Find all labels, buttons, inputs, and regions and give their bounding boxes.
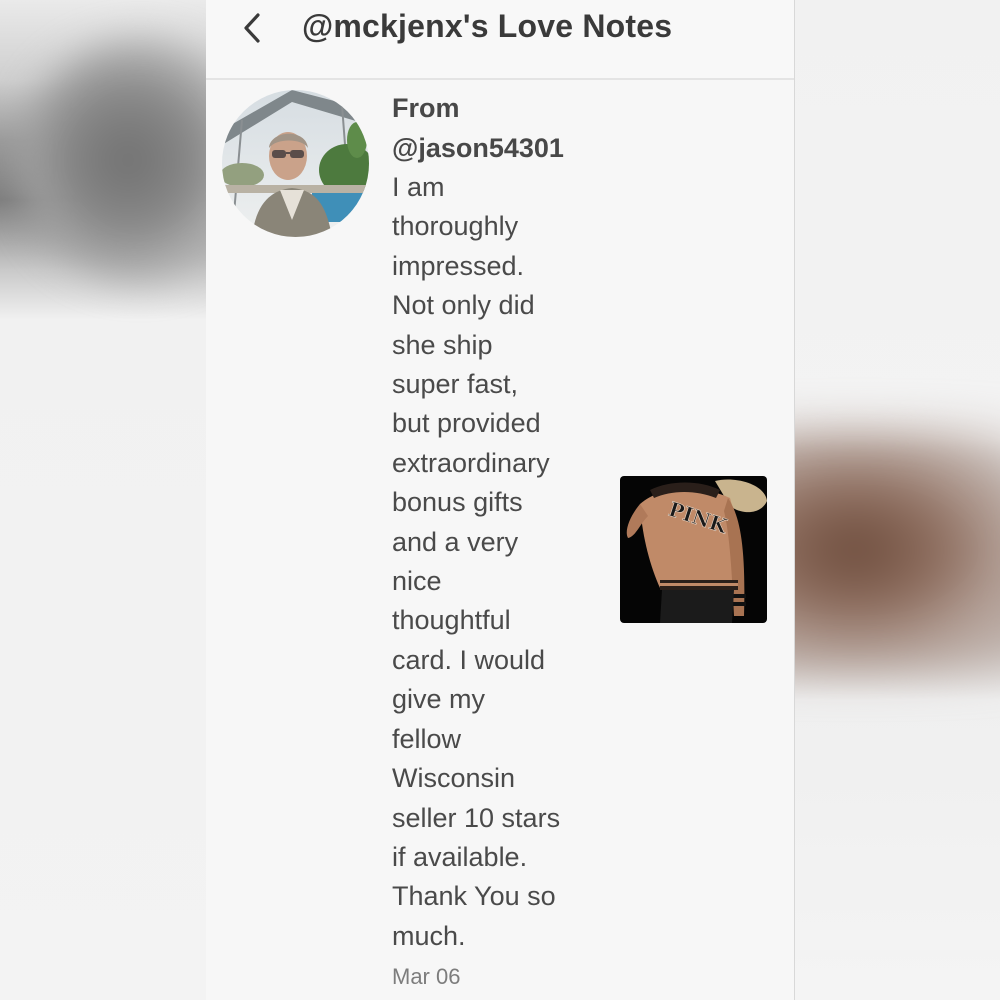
note-line: Wisconsin (392, 763, 516, 794)
note-line: nice (392, 566, 442, 597)
note-line: much. (392, 920, 466, 951)
from-label: From (392, 93, 460, 123)
note-line: if available. (392, 841, 528, 872)
avatar[interactable] (222, 90, 369, 237)
note-line: extraordinary (392, 447, 550, 478)
note-line: thoughtful (392, 605, 511, 636)
note-line: seller 10 stars (392, 802, 561, 833)
note-line: and a very (392, 526, 519, 557)
note-message: I am thoroughly impressed. Not only did … (392, 168, 612, 956)
blurred-backdrop-left (0, 0, 206, 1000)
note-line: I am (392, 172, 445, 202)
note-date: Mar 06 (392, 964, 461, 990)
top-bar: @mckjenx's Love Notes (206, 0, 794, 80)
note-line: Not only did (392, 290, 535, 321)
blurred-thumb-shape (795, 430, 1000, 670)
product-thumbnail[interactable]: PINK (620, 476, 767, 623)
note-line: impressed. (392, 250, 525, 281)
note-line: she ship (392, 329, 493, 360)
sender-username-link[interactable]: @jason54301 (392, 128, 612, 168)
blurred-backdrop-right (795, 0, 1000, 1000)
back-button[interactable] (232, 6, 272, 50)
note-line: super fast, (392, 369, 519, 400)
chevron-left-icon (244, 13, 260, 43)
love-note: From @jason54301 I am thoroughly impress… (392, 88, 612, 992)
note-line: fellow (392, 723, 462, 754)
blurred-avatar-shape (20, 40, 206, 280)
note-line: Thank You so (392, 881, 556, 912)
product-photo: PINK (620, 476, 767, 623)
page-title: @mckjenx's Love Notes (302, 8, 673, 44)
note-line: give my (392, 684, 486, 715)
note-line: thoroughly (392, 211, 519, 242)
profile-photo (222, 90, 369, 237)
note-line: but provided (392, 408, 541, 439)
love-notes-screen: @mckjenx's Love Notes From @jason54301 I… (206, 0, 794, 1000)
note-line: card. I would (392, 644, 546, 675)
note-line: bonus gifts (392, 487, 523, 518)
